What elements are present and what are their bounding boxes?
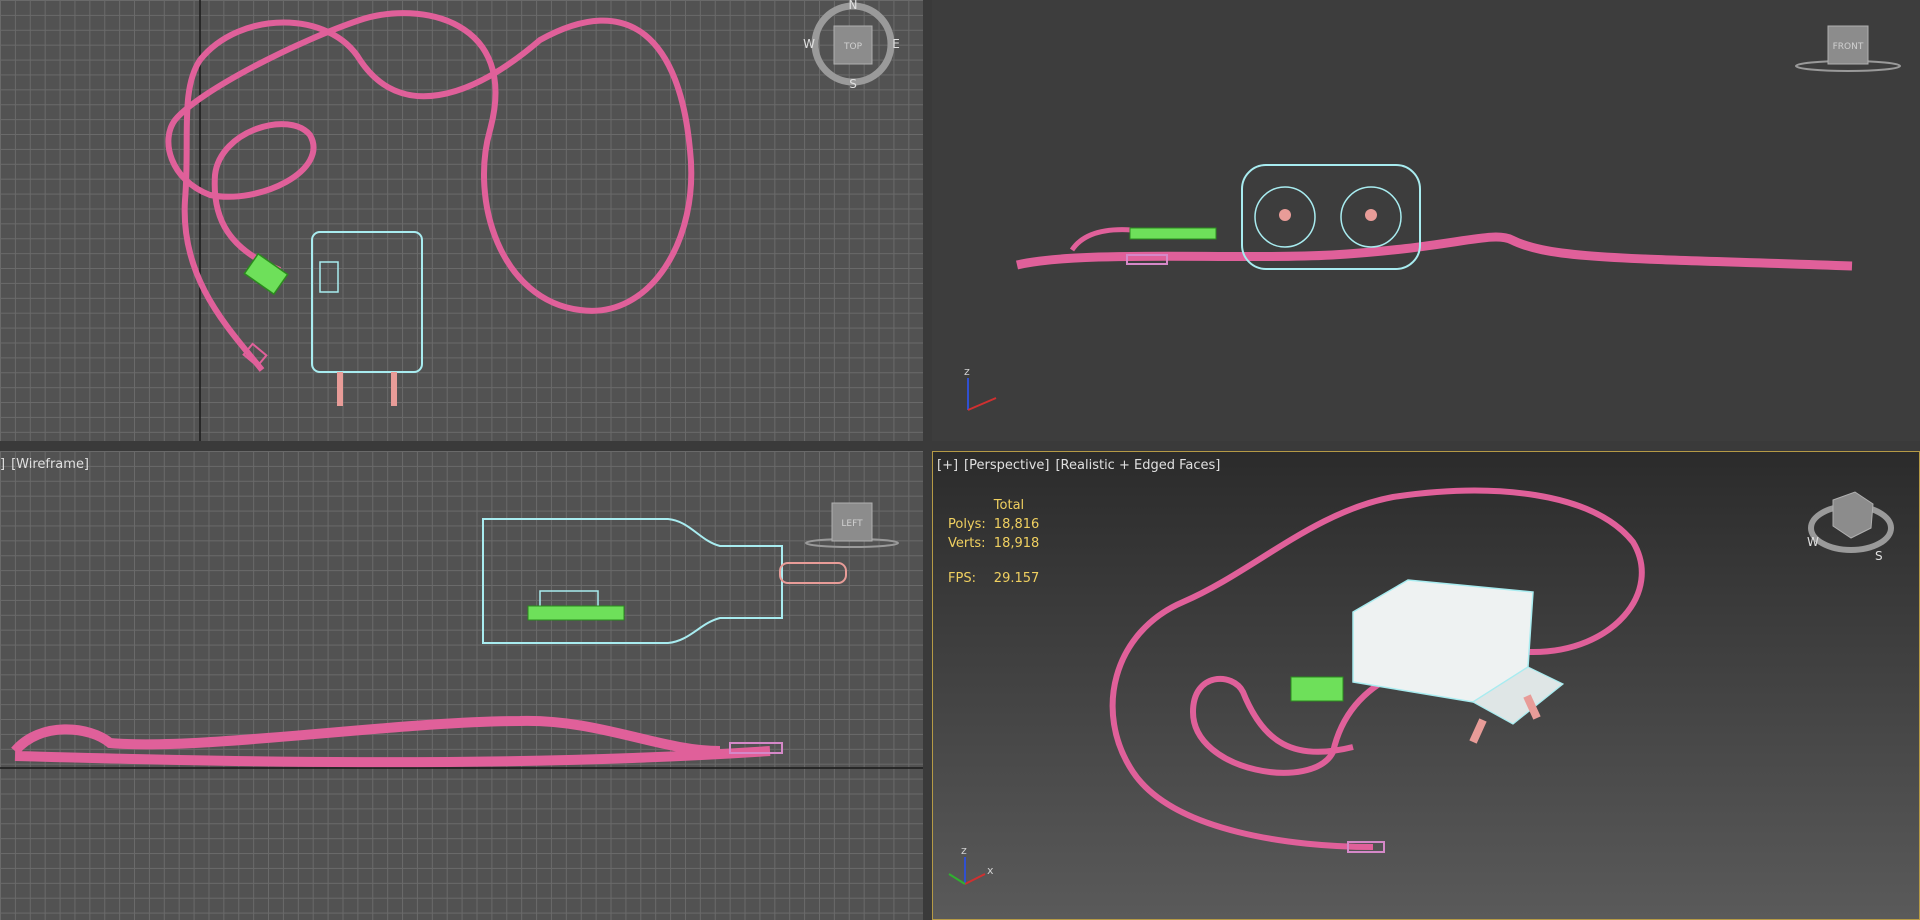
charger-prong <box>779 562 847 584</box>
left-view-scene: LEFT <box>0 502 923 769</box>
viewport-front[interactable]: FRONT z <box>932 0 1920 441</box>
cable-wire <box>11 715 771 768</box>
viewcube-left[interactable]: LEFT <box>805 502 899 548</box>
axis-x-label: x <box>987 864 994 877</box>
viewport-left[interactable]: ] [Wireframe] LEFT <box>0 451 923 920</box>
compass-s-label: S <box>849 77 857 91</box>
usb-connector <box>1129 227 1217 240</box>
viewcube-front[interactable]: FRONT <box>1795 25 1901 72</box>
usb-connector <box>1290 676 1344 702</box>
axis-tripod: z x <box>948 844 994 885</box>
usb-connector <box>527 605 625 621</box>
charger-prong <box>1469 718 1487 744</box>
viewcube-label: TOP <box>843 42 863 52</box>
viewcube-label: FRONT <box>1833 42 1864 52</box>
viewcube-label: LEFT <box>841 519 863 529</box>
charger-body <box>311 231 423 373</box>
perspective-view-scene: W S z x <box>948 487 1894 885</box>
viewport-top[interactable]: TOP N S E W <box>0 0 923 441</box>
prong-tip <box>1279 209 1291 221</box>
axis-z-label: z <box>964 365 970 378</box>
compass-e-label: E <box>892 37 900 51</box>
charger-port <box>319 261 339 293</box>
top-view-scene: TOP N S E W <box>165 0 900 441</box>
axis-z-label: z <box>961 844 967 857</box>
usb-connector <box>243 252 289 296</box>
compass-s-label: S <box>1875 549 1883 563</box>
axis-tripod: z <box>964 365 997 411</box>
charger-body <box>482 518 783 644</box>
compass-w-label: W <box>1807 535 1819 549</box>
viewcube-perspective[interactable]: W S <box>1807 491 1894 563</box>
prong-tip <box>1365 209 1377 221</box>
cable-wire <box>165 10 695 372</box>
viewport-perspective[interactable]: [+] [Perspective] [Realistic + Edged Faces… <box>932 451 1920 920</box>
front-view-scene: FRONT z <box>964 25 1901 411</box>
compass-n-label: N <box>849 0 858 12</box>
cable-wire-end <box>1069 227 1133 252</box>
compass-w-label: W <box>803 37 815 51</box>
cable-wire <box>1015 232 1853 271</box>
viewcube-top[interactable]: TOP N S E W <box>803 0 900 91</box>
